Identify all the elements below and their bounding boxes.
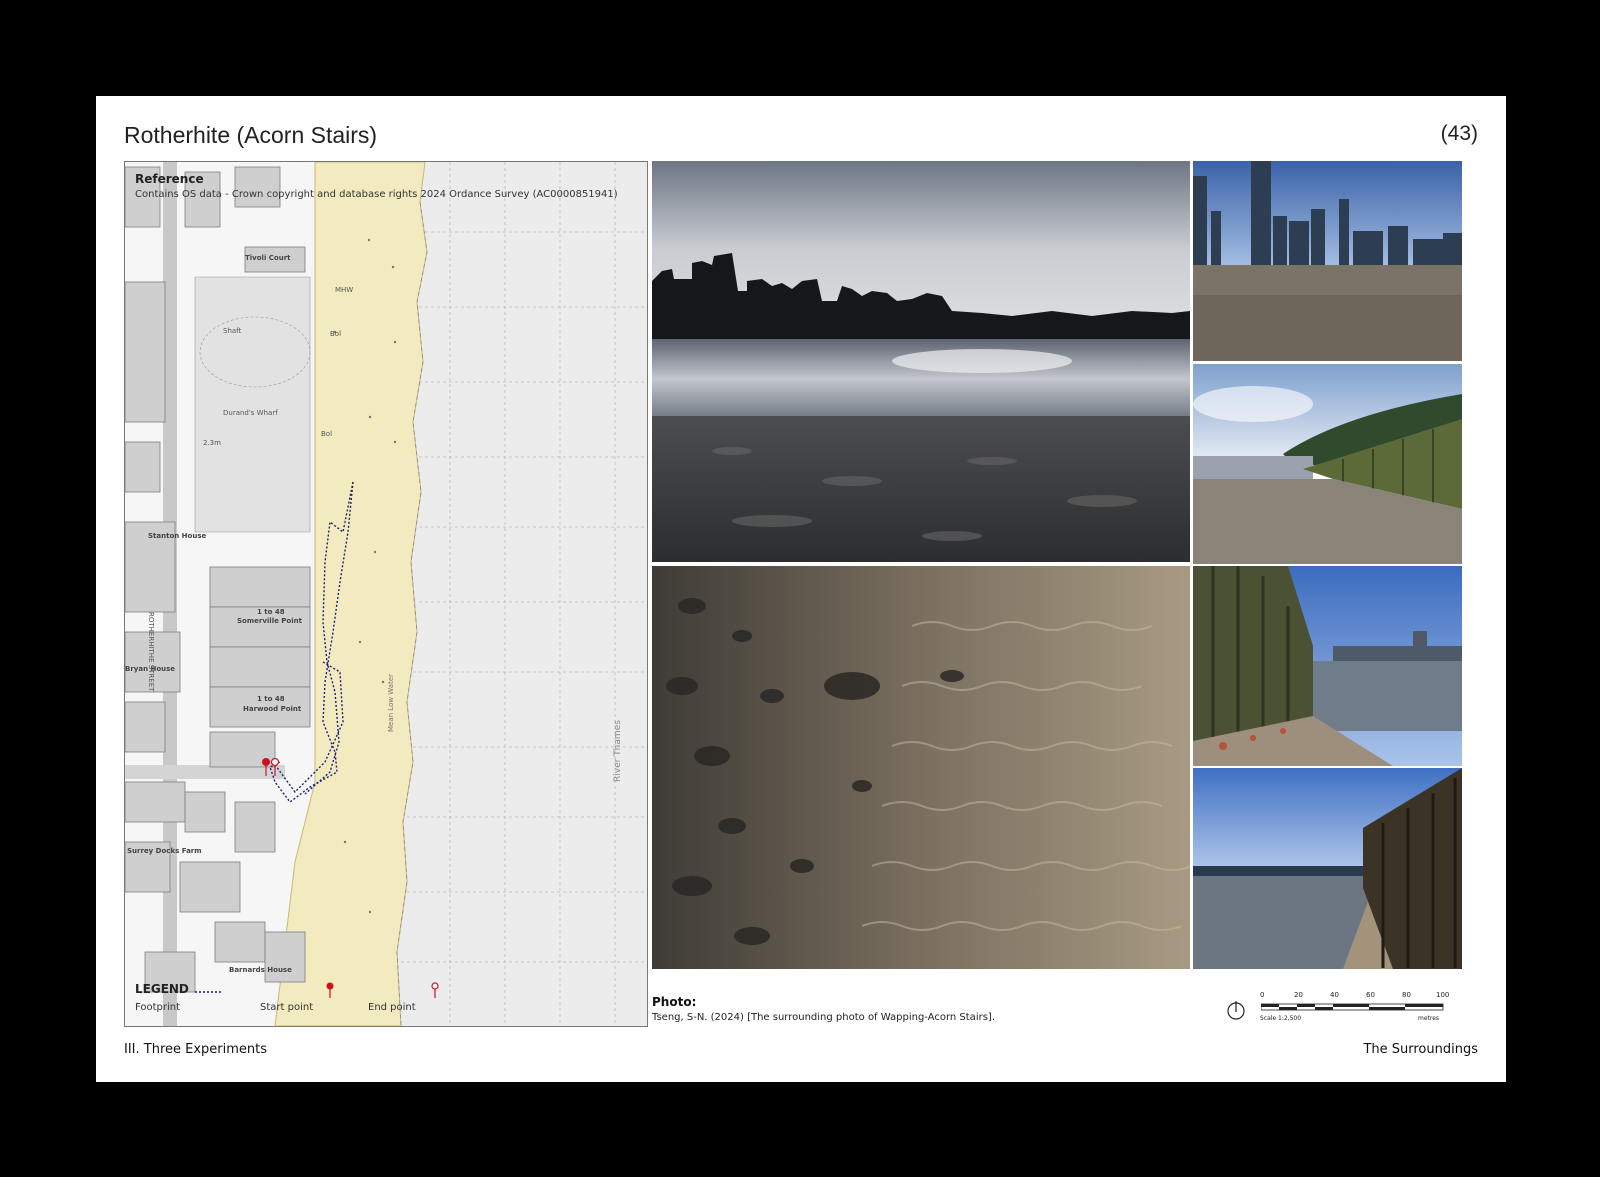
legend-start: Start point <box>260 1002 314 1013</box>
map-label-river: River Thames <box>613 720 623 782</box>
map-graphic <box>125 162 647 1026</box>
reference-text: Contains OS data - Crown copyright and d… <box>135 189 618 200</box>
site-map: Reference Contains OS data - Crown copyr… <box>124 161 648 1027</box>
scale-tick-20: 20 <box>1294 991 1303 999</box>
footer-section: The Surroundings <box>1363 1042 1478 1057</box>
legend-end: End point <box>368 1002 416 1013</box>
map-label-surrey: Surrey Docks Farm <box>127 847 202 855</box>
footer-chapter: III. Three Experiments <box>124 1042 268 1057</box>
page-title: Rotherhite (Acorn Stairs) <box>124 122 378 148</box>
document-page: Rotherhite (Acorn Stairs) (43) Reference… <box>96 96 1506 1082</box>
map-label-street: ROTHERHITHE STREET <box>147 612 155 692</box>
scale-tick-100: 100 <box>1436 991 1450 999</box>
photo-river-skyline <box>652 161 1190 562</box>
scale-tick-40: 40 <box>1330 991 1339 999</box>
scale-label: Scale 1:2,500 <box>1260 1015 1302 1022</box>
photo-caption-label: Photo: <box>652 995 697 1009</box>
map-label-shaft: Shaft <box>223 327 242 335</box>
map-label-somerville-range: 1 to 48 <box>257 608 285 616</box>
map-label-bol-2: Bol <box>321 430 333 438</box>
photo-canary-wharf <box>1193 161 1462 361</box>
scale-bar-graphic <box>1261 1003 1444 1011</box>
photo-river-wall-trees <box>1193 364 1462 564</box>
page-number: (43) <box>1440 122 1478 145</box>
map-label-somerville: Somerville Point <box>237 617 302 625</box>
north-arrow-icon <box>1227 1001 1245 1020</box>
photo-mud-ripples <box>652 566 1190 969</box>
legend-title: LEGEND <box>135 982 189 996</box>
map-label-harwood: Harwood Point <box>243 705 302 713</box>
map-label-bol-1: Bol <box>330 330 342 338</box>
photo-mossy-wall <box>1193 566 1462 766</box>
scale-tick-0: 0 <box>1260 991 1265 999</box>
map-label-harwood-range: 1 to 48 <box>257 695 285 703</box>
map-label-elevation: 2.3m <box>203 439 221 447</box>
photo-caption-text: Tseng, S-N. (2024) [The surrounding phot… <box>652 1012 995 1023</box>
map-label-mlw: Mean Low Water <box>387 674 395 732</box>
scale-tick-80: 80 <box>1402 991 1411 999</box>
photo-foreshore-wall <box>1193 768 1462 969</box>
scale-bar: 0 20 40 60 80 100 Scale 1:2,500 metres <box>1227 991 1484 1031</box>
scale-tick-60: 60 <box>1366 991 1375 999</box>
map-label-tivoli: Tivoli Court <box>245 254 291 262</box>
map-label-barnards: Barnards House <box>229 966 292 974</box>
reference-title: Reference <box>135 172 204 186</box>
map-label-stanton: Stanton House <box>148 532 207 540</box>
scale-unit: metres <box>1418 1015 1440 1022</box>
legend-footprint: Footprint <box>135 1002 181 1013</box>
map-label-mhw: MHW <box>335 286 354 294</box>
map-label-durand: Durand's Wharf <box>223 409 278 417</box>
